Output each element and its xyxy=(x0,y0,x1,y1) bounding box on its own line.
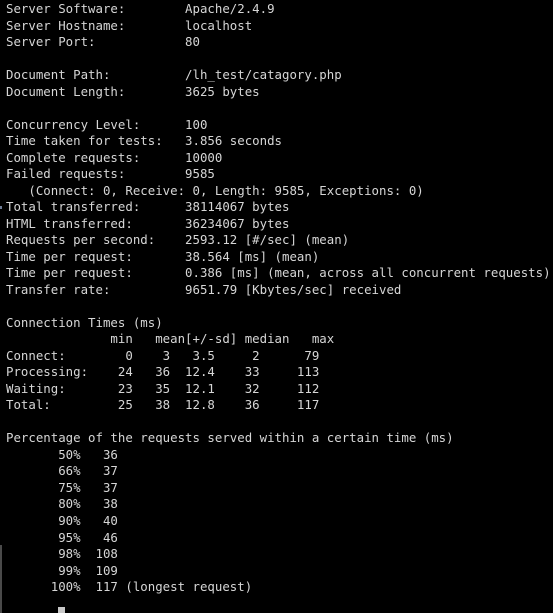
terminal-output-text: Server Software: Apache/2.4.9 Server Hos… xyxy=(6,1,551,595)
terminal-cursor xyxy=(58,607,65,613)
scrollbar-thumb[interactable] xyxy=(0,545,2,613)
terminal-window[interactable]: Server Software: Apache/2.4.9 Server Hos… xyxy=(0,0,553,613)
scrollbar-marker xyxy=(0,206,2,209)
